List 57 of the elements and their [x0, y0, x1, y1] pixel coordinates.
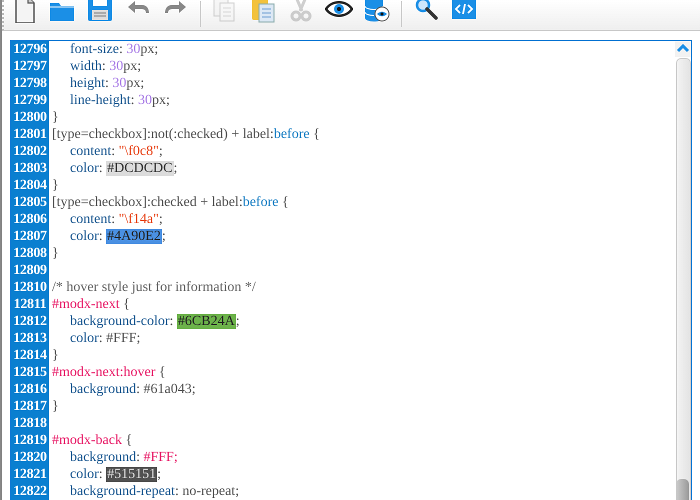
line-number: 12803 [12, 160, 48, 177]
scrollbar-thumb[interactable] [676, 479, 689, 500]
code-editor[interactable] [10, 40, 692, 500]
line-number: 12801 [12, 126, 48, 143]
line-number: 12818 [12, 415, 48, 432]
line-number: 12821 [12, 466, 48, 483]
code-line: } [51, 245, 59, 262]
code-line: width: 30px; [69, 58, 142, 75]
line-number: 12811 [12, 296, 48, 313]
line-number: 12802 [12, 143, 48, 160]
paste-icon[interactable] [249, 0, 277, 23]
code-line: color: #515151; [69, 466, 162, 483]
code-line: font-size: 30px; [69, 41, 158, 58]
code-line: background-color: #6CB24A; [69, 313, 240, 330]
line-number: 12812 [12, 313, 48, 330]
code-line: color: #4A90E2; [69, 228, 166, 245]
line-number: 12819 [12, 432, 48, 449]
line-number: 12813 [12, 330, 48, 347]
line-number: 12798 [12, 75, 48, 92]
database-eye-icon[interactable] [363, 0, 391, 23]
code-line: [type=checkbox]:not(:checked) + label:before { [51, 126, 320, 143]
code-line: } [51, 347, 59, 364]
code-line: [type=checkbox]:checked + label:before { [51, 194, 289, 211]
line-number: 12820 [12, 449, 48, 466]
line-number: 12807 [12, 228, 48, 245]
code-line: height: 30px; [69, 75, 144, 92]
line-number: 12814 [12, 347, 48, 364]
line-number: 12799 [12, 92, 48, 109]
folder-icon[interactable] [48, 0, 76, 23]
line-number: 12810 [12, 279, 48, 296]
code-line: line-height: 30px; [69, 92, 170, 109]
code-line: background: #FFF; [69, 449, 178, 466]
code-line: background-repeat: no-repeat; [69, 483, 240, 500]
code-line: #modx-next:hover { [51, 364, 166, 381]
line-number: 12797 [12, 58, 48, 75]
code-line: } [51, 109, 59, 126]
code-line: } [51, 398, 59, 415]
line-number: 12804 [12, 177, 48, 194]
code-line: #modx-back { [51, 432, 132, 449]
line-number: 12815 [12, 364, 48, 381]
line-number: 12806 [12, 211, 48, 228]
code-line: #modx-next { [51, 296, 130, 313]
line-number: 12809 [12, 262, 48, 279]
line-number: 12817 [12, 398, 48, 415]
line-number: 12822 [12, 483, 48, 500]
code-line: } [51, 177, 59, 194]
code-line: color: #FFF; [69, 330, 140, 347]
code-line: /* hover style just for information */ [51, 279, 256, 296]
code-line: background: #61a043; [69, 381, 196, 398]
line-number: 12805 [12, 194, 48, 211]
line-number: 12808 [12, 245, 48, 262]
line-number: 12816 [12, 381, 48, 398]
line-number: 12796 [12, 41, 48, 58]
code-line: content: "\f14a"; [69, 211, 163, 228]
code-line: color: #DCDCDC; [69, 160, 178, 177]
line-number: 12800 [12, 109, 48, 126]
code-line: content: "\f0c8"; [69, 143, 163, 160]
